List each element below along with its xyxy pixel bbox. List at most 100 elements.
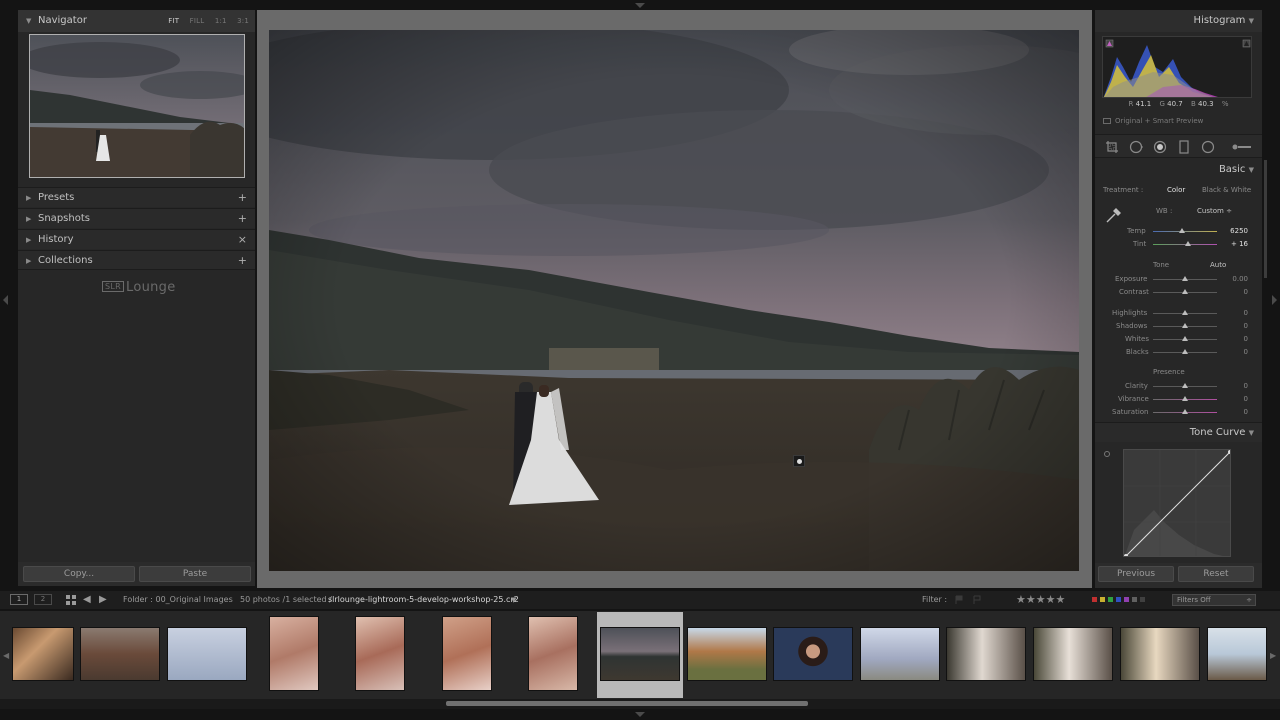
- radial-filter-icon[interactable]: [1201, 140, 1215, 154]
- filename-dropdown-icon[interactable]: ▼: [511, 591, 516, 609]
- wb-dropdown[interactable]: Custom ÷: [1197, 207, 1232, 215]
- filmstrip-thumbnail[interactable]: [442, 616, 492, 691]
- blacks-slider[interactable]: [1153, 349, 1217, 354]
- slider-knob[interactable]: [1182, 396, 1188, 401]
- highlights-slider[interactable]: [1153, 310, 1217, 315]
- slider-knob[interactable]: [1182, 409, 1188, 414]
- treatment-color-option[interactable]: Color: [1167, 186, 1185, 194]
- highlights-value[interactable]: 0: [1218, 309, 1248, 317]
- secondary-window-monitor-button[interactable]: 2: [34, 594, 52, 605]
- red-eye-icon[interactable]: [1153, 140, 1167, 154]
- vibrance-value[interactable]: 0: [1218, 395, 1248, 403]
- filmstrip-thumbnail[interactable]: [12, 627, 74, 681]
- clear-history-button[interactable]: ×: [238, 230, 247, 250]
- zoom-fill-option[interactable]: FILL: [190, 17, 205, 25]
- navigator-preview[interactable]: [29, 34, 245, 178]
- yellow-label-filter[interactable]: [1100, 597, 1105, 602]
- presets-section-header[interactable]: ▶ Presets +: [18, 187, 255, 207]
- contrast-value[interactable]: 0: [1218, 288, 1248, 296]
- slider-knob[interactable]: [1182, 276, 1188, 281]
- white-balance-eyedropper-icon[interactable]: [1105, 206, 1123, 224]
- show-top-panel-arrow[interactable]: [635, 3, 645, 8]
- filmstrip-thumbnail[interactable]: [80, 627, 160, 681]
- copy-settings-button[interactable]: Copy...: [23, 566, 135, 582]
- temp-value[interactable]: 6250: [1218, 227, 1248, 235]
- shadows-value[interactable]: 0: [1218, 322, 1248, 330]
- star-rating-filter[interactable]: ★★★★★: [1016, 591, 1065, 609]
- collections-section-header[interactable]: ▶ Collections +: [18, 250, 255, 270]
- right-panel-scrollbar[interactable]: [1264, 160, 1267, 278]
- add-collection-button[interactable]: +: [238, 251, 247, 271]
- filmstrip-thumbnail[interactable]: [687, 627, 767, 681]
- filmstrip-thumbnail[interactable]: [355, 616, 405, 691]
- selected-filename[interactable]: slrlounge-lightroom-5-develop-workshop-2…: [328, 591, 519, 609]
- slider-knob[interactable]: [1182, 349, 1188, 354]
- whites-slider[interactable]: [1153, 336, 1217, 341]
- tone-curve-graph[interactable]: [1123, 449, 1231, 557]
- blacks-value[interactable]: 0: [1218, 348, 1248, 356]
- slider-knob[interactable]: [1182, 383, 1188, 388]
- green-label-filter[interactable]: [1108, 597, 1113, 602]
- filmstrip-thumbnail[interactable]: [1033, 627, 1113, 681]
- filmstrip-scrollbar[interactable]: [0, 699, 1280, 709]
- add-snapshot-button[interactable]: +: [238, 209, 247, 229]
- whites-value[interactable]: 0: [1218, 335, 1248, 343]
- slider-knob[interactable]: [1182, 310, 1188, 315]
- main-photo[interactable]: [269, 30, 1079, 571]
- basic-panel-header[interactable]: Basic ▼: [1095, 160, 1262, 180]
- spot-removal-icon[interactable]: [1129, 140, 1143, 154]
- flag-filter-icons[interactable]: [954, 595, 994, 605]
- adjustment-brush-icon[interactable]: [1229, 140, 1251, 154]
- grid-view-icon[interactable]: [66, 595, 76, 605]
- no-label-filter[interactable]: [1132, 597, 1137, 602]
- slider-knob[interactable]: [1182, 289, 1188, 294]
- back-arrow-icon[interactable]: ◀: [83, 591, 91, 609]
- exposure-value[interactable]: 0.00: [1218, 275, 1248, 283]
- filmstrip-thumbnail[interactable]: [946, 627, 1026, 681]
- histogram-graph[interactable]: [1102, 36, 1252, 98]
- saturation-slider[interactable]: [1153, 409, 1217, 414]
- filmstrip-thumbnail[interactable]: [528, 616, 578, 691]
- filmstrip-thumbnail[interactable]: [1120, 627, 1200, 681]
- add-preset-button[interactable]: +: [238, 188, 247, 208]
- filmstrip-scroll-left-icon[interactable]: ◀: [3, 651, 9, 660]
- history-section-header[interactable]: ▶ History ×: [18, 229, 255, 249]
- filmstrip-scroll-right-icon[interactable]: ▶: [1270, 651, 1276, 660]
- tint-slider[interactable]: [1153, 241, 1217, 246]
- filmstrip-thumbnail[interactable]: [860, 627, 940, 681]
- exposure-slider[interactable]: [1153, 276, 1217, 281]
- zoom-1-1-option[interactable]: 1:1: [215, 17, 227, 25]
- slider-knob[interactable]: [1185, 241, 1191, 246]
- reset-button[interactable]: Reset: [1178, 566, 1254, 582]
- slider-knob[interactable]: [1179, 228, 1185, 233]
- clarity-slider[interactable]: [1153, 383, 1217, 388]
- blue-label-filter[interactable]: [1116, 597, 1121, 602]
- histogram-header[interactable]: Histogram ▼: [1095, 10, 1262, 32]
- clarity-value[interactable]: 0: [1218, 382, 1248, 390]
- saturation-value[interactable]: 0: [1218, 408, 1248, 416]
- filmstrip-thumbnail[interactable]: [167, 627, 247, 681]
- other-label-filter[interactable]: [1140, 597, 1145, 602]
- filter-presets-dropdown[interactable]: Filters Off ÷: [1172, 594, 1256, 606]
- slider-knob[interactable]: [1182, 323, 1188, 328]
- filmstrip-thumbnail[interactable]: [773, 627, 853, 681]
- forward-arrow-icon[interactable]: ▶: [99, 591, 107, 609]
- contrast-slider[interactable]: [1153, 289, 1217, 294]
- temp-slider[interactable]: [1153, 228, 1217, 233]
- previous-button[interactable]: Previous: [1098, 566, 1174, 582]
- zoom-fit-option[interactable]: FIT: [168, 17, 179, 25]
- snapshots-section-header[interactable]: ▶ Snapshots +: [18, 208, 255, 228]
- graduated-filter-icon[interactable]: [1177, 140, 1191, 154]
- auto-tone-button[interactable]: Auto: [1210, 261, 1226, 269]
- zoom-3-1-option[interactable]: 3:1: [237, 17, 249, 25]
- crop-overlay-icon[interactable]: [1105, 140, 1119, 154]
- tone-curve-header[interactable]: Tone Curve ▼: [1095, 422, 1262, 442]
- show-filmstrip-arrow[interactable]: [635, 712, 645, 717]
- vibrance-slider[interactable]: [1153, 396, 1217, 401]
- show-right-panel-arrow[interactable]: [1272, 295, 1277, 305]
- show-left-panel-arrow[interactable]: [3, 295, 8, 305]
- filmstrip-scroll-thumb[interactable]: [446, 701, 808, 706]
- purple-label-filter[interactable]: [1124, 597, 1129, 602]
- filmstrip-thumbnail[interactable]: [269, 616, 319, 691]
- filmstrip-thumbnail-selected[interactable]: [600, 627, 680, 681]
